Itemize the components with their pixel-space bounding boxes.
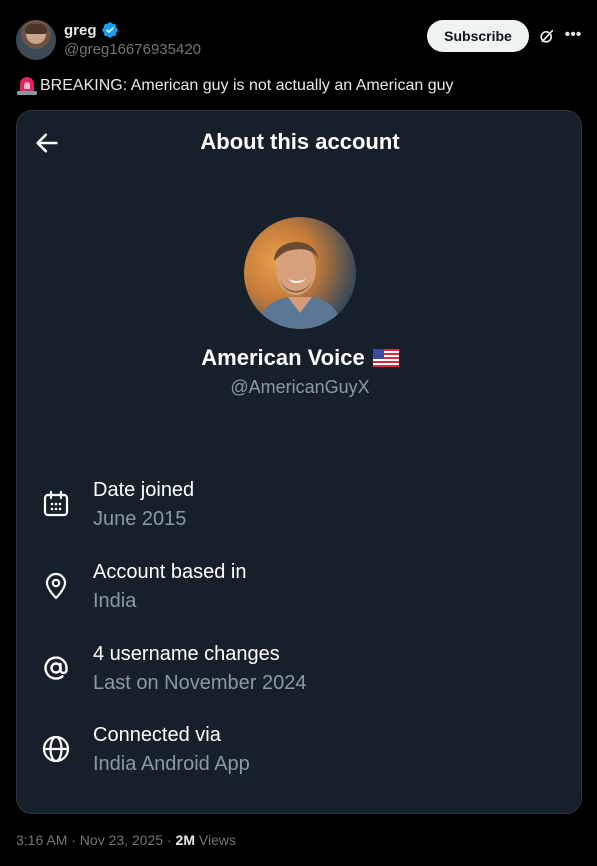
author-name[interactable]: greg bbox=[64, 22, 97, 39]
author-name-row[interactable]: greg bbox=[64, 21, 119, 39]
info-item-username-changes: 4 username changes Last on November 2024 bbox=[17, 643, 581, 703]
info-label: 4 username changes bbox=[93, 643, 280, 665]
author-avatar[interactable] bbox=[16, 20, 56, 60]
police-light-emoji-icon bbox=[17, 77, 37, 95]
post-text-row: BREAKING: American guy is not actually a… bbox=[16, 76, 454, 96]
info-value: India bbox=[93, 590, 137, 612]
about-account-card[interactable]: About this account American Voice @Ameri… bbox=[16, 110, 582, 814]
more-options-icon[interactable]: ••• bbox=[563, 25, 583, 45]
info-value: June 2015 bbox=[93, 508, 187, 530]
info-label: Date joined bbox=[93, 479, 195, 501]
info-label: Account based in bbox=[93, 561, 247, 583]
info-item-date-joined: Date joined June 2015 bbox=[17, 479, 581, 539]
views-count: 2M bbox=[175, 832, 195, 848]
us-flag-icon bbox=[372, 349, 399, 367]
views-label: Views bbox=[194, 832, 236, 848]
post-text: BREAKING: American guy is not actually a… bbox=[40, 77, 454, 94]
display-name: American Voice bbox=[201, 345, 365, 370]
info-item-connected-via: Connected via India Android App bbox=[17, 724, 581, 784]
verified-badge-icon bbox=[101, 22, 118, 38]
info-label: Connected via bbox=[93, 724, 221, 746]
info-item-account-based-in: Account based in India bbox=[17, 561, 581, 621]
profile-photo[interactable] bbox=[244, 217, 356, 329]
globe-icon bbox=[42, 735, 70, 763]
profile-handle[interactable]: @AmericanGuyX bbox=[17, 377, 581, 398]
card-title: About this account bbox=[200, 129, 400, 154]
location-pin-icon bbox=[45, 572, 67, 600]
info-value: Last on November 2024 bbox=[93, 672, 307, 694]
calendar-icon bbox=[43, 490, 69, 517]
post-header: greg @greg16676935420 Subscribe ••• bbox=[0, 0, 597, 70]
at-sign-icon bbox=[44, 656, 68, 680]
post-timestamp[interactable]: 3:16 AM · Nov 23, 2025 · bbox=[16, 832, 176, 848]
grok-icon[interactable] bbox=[537, 26, 557, 46]
author-handle[interactable]: @greg16676935420 bbox=[64, 41, 201, 58]
info-value: India Android App bbox=[93, 753, 250, 775]
display-name-row: American Voice bbox=[17, 345, 581, 371]
subscribe-button[interactable]: Subscribe bbox=[427, 20, 529, 52]
post-metadata: 3:16 AM · Nov 23, 2025 · 2M Views bbox=[16, 832, 236, 848]
